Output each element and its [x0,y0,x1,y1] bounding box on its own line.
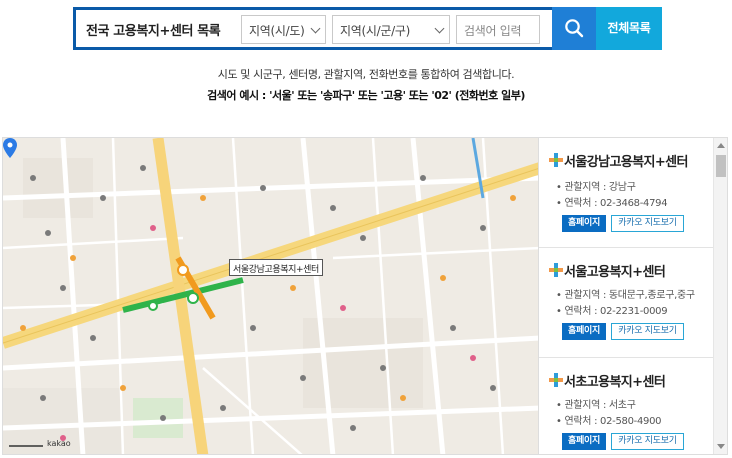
center-phone-text: 연락처 : 02-2231-0009 [564,306,668,317]
search-input[interactable]: 검색어 입력 [456,15,540,44]
search-icon [565,19,584,38]
center-name-text: 서초고용복지+센터 [564,375,666,390]
search-example: 검색어 예시 : '서울' 또는 '송파구' 또는 '고용' 또는 '02' (… [207,89,525,102]
list-item: 서울고용복지+센터 • 관할지역 : 동대문구,종로구,중구 • 연락처 : 0… [539,248,713,358]
chevron-down-icon [434,23,445,34]
welfare-cross-icon [549,263,563,277]
scroll-thumb[interactable] [716,155,726,177]
center-phone: • 연락처 : 02-2231-0009 [556,306,668,317]
homepage-button[interactable]: 홈페이지 [562,215,606,232]
search-input-placeholder: 검색어 입력 [464,24,522,38]
search-bar: 전국 고용복지+센터 목록 지역(시/도) 지역(시/군/구) 검색어 입력 전… [73,7,662,50]
welfare-cross-icon [549,153,563,167]
center-name-text: 서울강남고용복지+센터 [564,155,689,170]
scroll-down-icon[interactable] [717,444,725,449]
chevron-down-icon [310,23,321,34]
center-area-text: 관할지역 : 서초구 [564,400,636,411]
kakao-logo-text: kakao [47,439,71,448]
map-scale-label: kakao [9,439,71,448]
center-name: 서울고용복지+센터 [549,261,666,280]
welfare-cross-icon [549,373,563,387]
list-scrollbar[interactable] [713,138,727,454]
center-phone-text: 연락처 : 02-3468-4794 [564,198,668,209]
search-description: 시도 및 시군구, 센터명, 관할지역, 전화번호를 통합하여 검색합니다. [217,68,515,81]
center-area: • 관할지역 : 서초구 [556,400,636,411]
search-button[interactable] [552,7,596,50]
center-phone-text: 연락처 : 02-580-4900 [564,416,662,427]
center-area-text: 관할지역 : 동대문구,종로구,중구 [564,290,695,301]
center-name: 서울강남고용복지+센터 [549,151,689,170]
homepage-button[interactable]: 홈페이지 [562,323,606,340]
kakao-map-button[interactable]: 카카오 지도보기 [611,433,684,450]
kakao-map-button[interactable]: 카카오 지도보기 [611,323,684,340]
region-sigungu-select[interactable]: 지역(시/군/구) [332,15,450,44]
region-sido-select[interactable]: 지역(시/도) [241,15,326,44]
center-phone: • 연락처 : 02-580-4900 [556,416,662,427]
map-tiles [3,138,538,454]
region-sigungu-select-value: 지역(시/군/구) [340,24,410,38]
center-phone: • 연락처 : 02-3468-4794 [556,198,668,209]
kakao-map-button[interactable]: 카카오 지도보기 [611,215,684,232]
all-list-button[interactable]: 전체목록 [596,7,662,50]
center-area: • 관할지역 : 동대문구,종로구,중구 [556,290,695,301]
list-item: 서초고용복지+센터 • 관할지역 : 서초구 • 연락처 : 02-580-49… [539,358,713,454]
list-item: 서울강남고용복지+센터 • 관할지역 : 강남구 • 연락처 : 02-3468… [539,138,713,248]
homepage-button[interactable]: 홈페이지 [562,433,606,450]
region-sido-select-value: 지역(시/도) [249,24,305,38]
map-pin-icon[interactable] [3,138,17,158]
center-name: 서초고용복지+센터 [549,371,666,390]
center-area: • 관할지역 : 강남구 [556,182,636,193]
scroll-up-icon[interactable] [717,143,725,148]
map-marker-label[interactable]: 서울강남고용복지+센터 [229,259,323,276]
search-title: 전국 고용복지+센터 목록 [86,24,221,39]
center-list: 서울강남고용복지+센터 • 관할지역 : 강남구 • 연락처 : 02-3468… [539,137,728,455]
center-name-text: 서울고용복지+센터 [564,265,666,280]
map-view[interactable]: 서울강남고용복지+센터 kakao [2,137,539,455]
center-area-text: 관할지역 : 강남구 [564,182,636,193]
